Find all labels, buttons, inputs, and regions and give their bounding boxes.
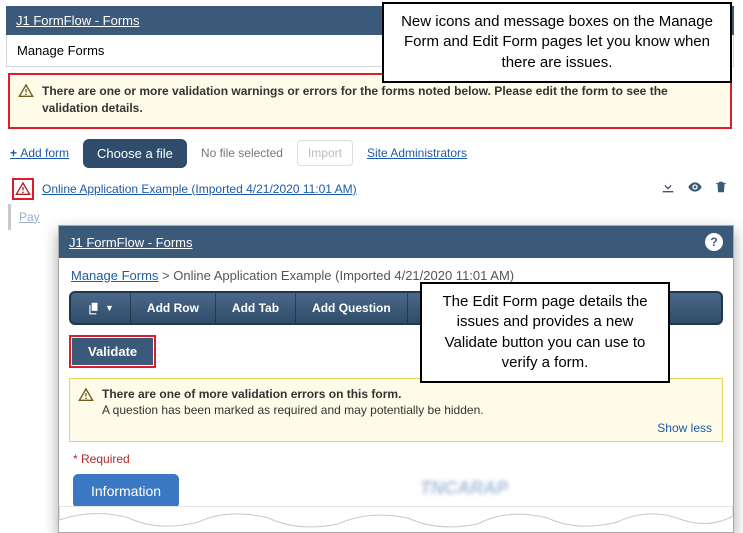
add-form-link[interactable]: Add form (10, 146, 69, 160)
warning-text: There are one or more validation warning… (42, 84, 668, 115)
choose-file-button[interactable]: Choose a file (83, 139, 187, 168)
add-question-button[interactable]: Add Question (296, 293, 408, 323)
delete-icon[interactable] (714, 179, 728, 199)
required-note: * Required (73, 452, 719, 466)
form-list-row: Online Application Example (Imported 4/2… (6, 174, 734, 204)
copy-icon (87, 301, 101, 315)
preview-icon[interactable] (686, 179, 704, 199)
breadcrumb-sep: > (158, 268, 173, 283)
add-tab-button[interactable]: Add Tab (216, 293, 296, 323)
panel2-header: J1 FormFlow - Forms ? (59, 226, 733, 258)
edit-warning-line2: A question has been marked as required a… (102, 403, 712, 417)
validate-highlight: Validate (69, 335, 156, 368)
validate-button[interactable]: Validate (72, 338, 153, 365)
show-less-link[interactable]: Show less (657, 421, 712, 435)
panel1-title: J1 FormFlow - Forms (16, 13, 140, 28)
edit-warning-line1: There are one of more validation errors … (102, 387, 712, 401)
panel2-title: J1 FormFlow - Forms (69, 235, 193, 250)
chevron-down-icon: ▼ (105, 303, 114, 313)
warning-icon (18, 83, 34, 99)
help-icon[interactable]: ? (705, 233, 723, 251)
no-file-label: No file selected (201, 146, 283, 160)
add-row-button[interactable]: Add Row (131, 293, 216, 323)
import-button[interactable]: Import (297, 140, 353, 166)
torn-edge-decoration (59, 506, 733, 532)
download-icon[interactable] (660, 179, 676, 199)
edit-warning-banner: There are one of more validation errors … (69, 378, 723, 442)
site-admins-link[interactable]: Site Administrators (367, 146, 467, 160)
warning-icon (78, 387, 94, 403)
form-name-link[interactable]: Online Application Example (Imported 4/2… (42, 182, 357, 196)
form-row-actions (660, 179, 728, 199)
breadcrumb-root[interactable]: Manage Forms (71, 268, 158, 283)
form-warning-icon (12, 178, 34, 200)
callout-mid: The Edit Form page details the issues an… (420, 282, 670, 383)
copy-menu[interactable]: ▼ (71, 293, 131, 323)
breadcrumb-current: Online Application Example (Imported 4/2… (173, 268, 514, 283)
callout-top: New icons and message boxes on the Manag… (382, 2, 732, 83)
manage-toolbar: Add form Choose a file No file selected … (6, 129, 734, 174)
information-tab[interactable]: Information (73, 474, 179, 508)
